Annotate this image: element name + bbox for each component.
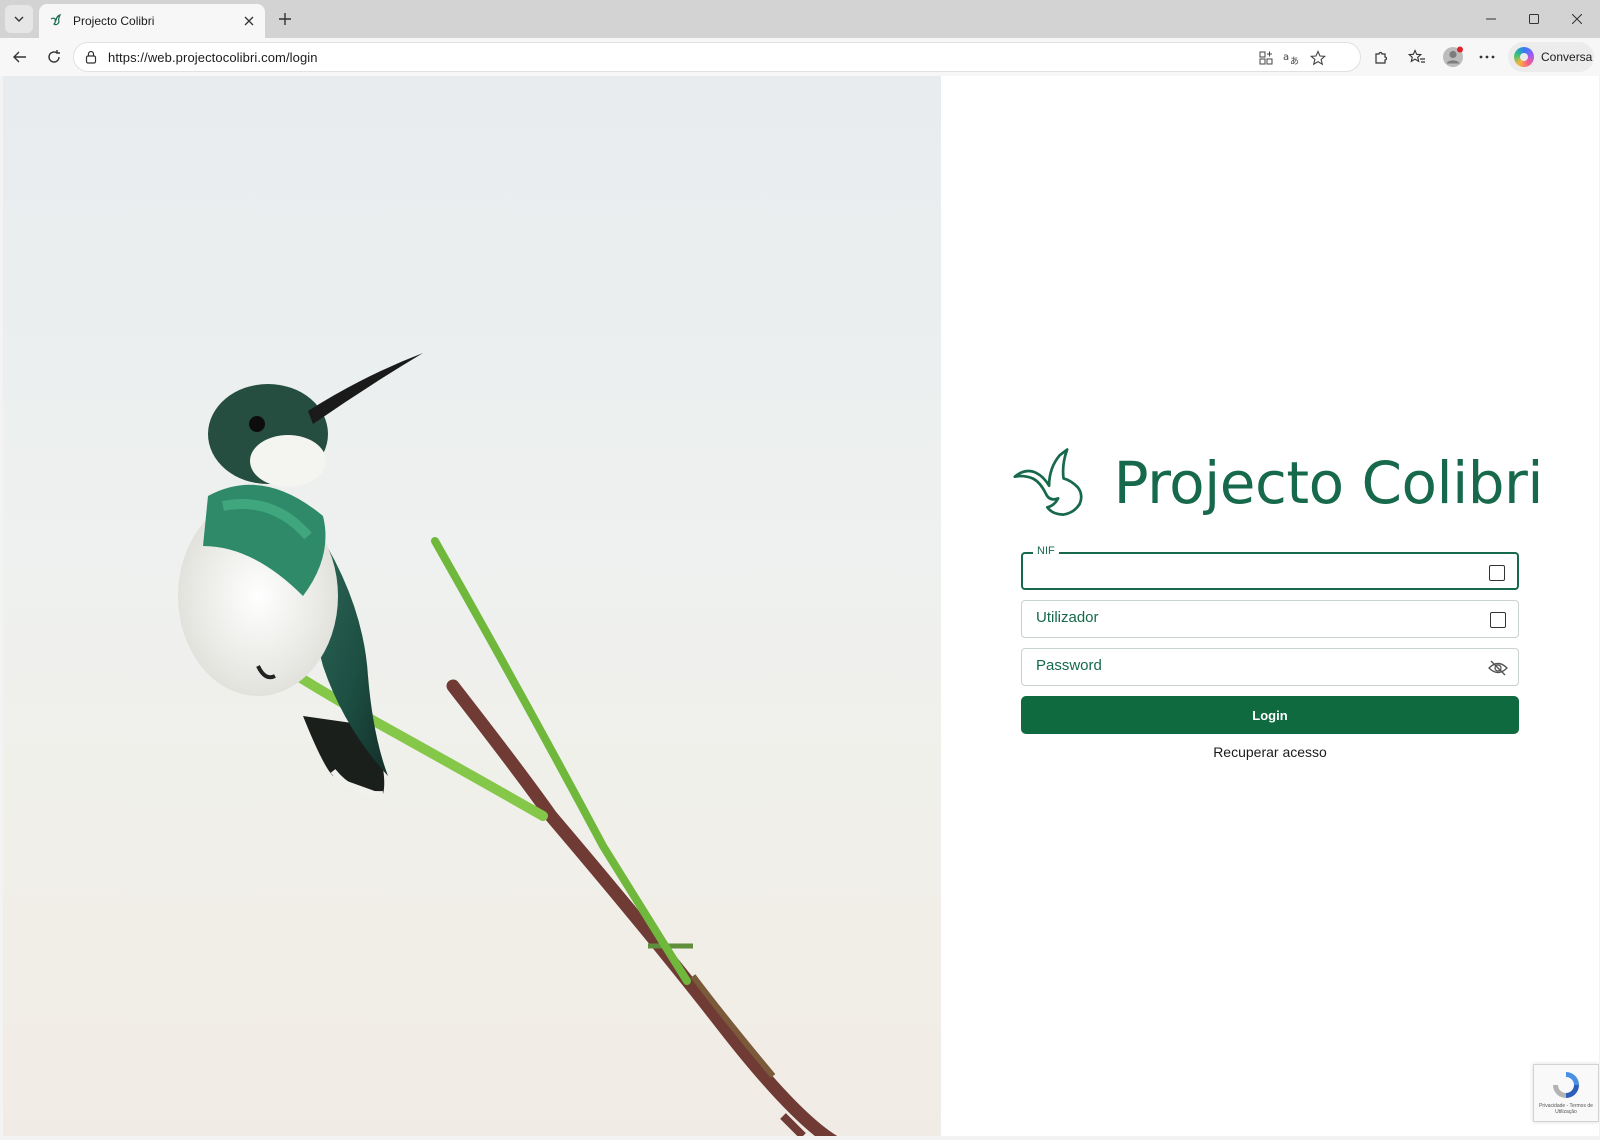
tab-title: Projecto Colibri [73, 14, 155, 28]
tab-list-button[interactable] [5, 5, 33, 33]
profile-button[interactable] [1439, 43, 1467, 71]
minimize-icon [1486, 18, 1496, 20]
maximize-icon [1529, 14, 1539, 24]
browser-toolbar: https://web.projectocolibri.com/login aあ [0, 38, 1600, 76]
nif-input[interactable] [1037, 562, 1477, 579]
more-icon [1479, 55, 1495, 59]
tab-strip: Projecto Colibri [0, 0, 1600, 38]
active-tab[interactable]: Projecto Colibri [39, 4, 265, 38]
eye-off-icon[interactable] [1488, 658, 1508, 678]
brand-name: Projecto Colibri [1113, 449, 1544, 517]
login-button[interactable]: Login [1021, 696, 1519, 734]
favicon-icon [49, 13, 65, 29]
extensions-button[interactable] [1367, 43, 1395, 71]
hummingbird-logo-icon [1013, 448, 1083, 516]
extensions-icon [1375, 51, 1388, 64]
more-button[interactable] [1473, 43, 1501, 71]
login-panel: Projecto Colibri NIF Utilizador Password… [941, 76, 1599, 1136]
address-bar[interactable]: https://web.projectocolibri.com/login aあ [73, 42, 1361, 72]
brand-logo: Projecto Colibri [1013, 444, 1544, 522]
minimize-button[interactable] [1470, 4, 1512, 34]
favorite-star-icon[interactable] [1306, 46, 1330, 70]
password-label: Password [1036, 657, 1102, 674]
nif-label: NIF [1033, 545, 1059, 557]
square-icon[interactable] [1487, 563, 1507, 583]
recover-access-link[interactable]: Recuperar acesso [1021, 744, 1519, 760]
square-icon[interactable] [1488, 610, 1508, 630]
username-field[interactable]: Utilizador [1021, 600, 1519, 638]
favorites-button[interactable] [1403, 43, 1431, 71]
close-icon[interactable] [237, 9, 261, 33]
password-field[interactable]: Password [1021, 648, 1519, 686]
svg-text:a: a [1283, 52, 1289, 63]
svg-text:あ: あ [1290, 56, 1299, 66]
nif-field[interactable]: NIF [1021, 545, 1519, 590]
username-label: Utilizador [1036, 609, 1099, 626]
app-available-icon[interactable] [1254, 46, 1278, 70]
url-text[interactable]: https://web.projectocolibri.com/login [108, 50, 318, 65]
copilot-button[interactable]: Conversa [1508, 42, 1594, 72]
refresh-icon [48, 50, 60, 63]
window-close-button[interactable] [1556, 4, 1598, 34]
back-icon [13, 51, 26, 63]
tab-list-icon [14, 16, 24, 22]
profile-icon [1443, 46, 1463, 67]
plus-icon [279, 13, 291, 25]
window-close-icon [1572, 14, 1582, 24]
translate-icon[interactable]: aあ [1280, 46, 1304, 70]
hero-image [3, 76, 941, 1136]
copilot-label: Conversa [1541, 50, 1593, 64]
copilot-icon [1514, 47, 1534, 67]
recaptcha-badge[interactable]: Privacidade - Termos de Utilização [1533, 1064, 1599, 1122]
browser-window: Projecto Colibri https://web.projectocol… [0, 0, 1600, 1140]
favorites-icon [1408, 49, 1425, 63]
recaptcha-text: Privacidade - Termos de Utilização [1539, 1103, 1593, 1115]
recaptcha-icon [1553, 1072, 1579, 1098]
refresh-button[interactable] [40, 43, 68, 71]
new-tab-button[interactable] [271, 5, 299, 33]
page-viewport: Projecto Colibri NIF Utilizador Password… [3, 76, 1599, 1136]
back-button[interactable] [6, 43, 34, 71]
hummingbird-illustration [178, 353, 838, 1136]
maximize-button[interactable] [1513, 4, 1555, 34]
lock-icon[interactable] [84, 49, 100, 65]
